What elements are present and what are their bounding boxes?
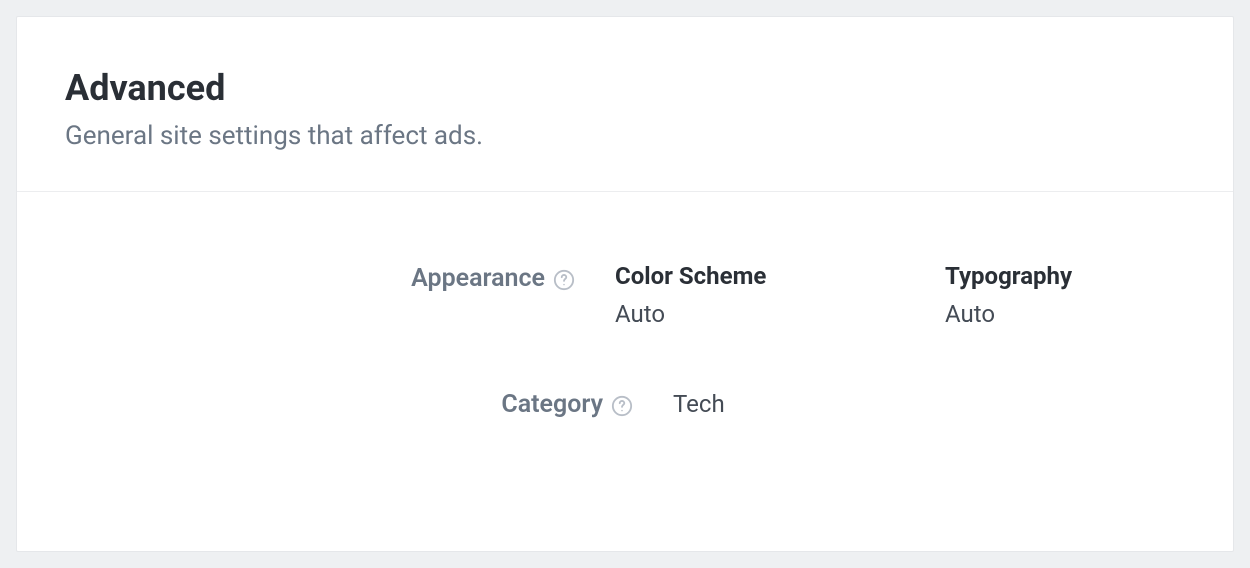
card-header: Advanced General site settings that affe…: [17, 17, 1233, 192]
category-label-col: Category: [65, 388, 673, 419]
page-title: Advanced: [65, 67, 1185, 109]
appearance-row: Appearance Color Scheme Auto Typography: [65, 262, 1185, 328]
color-scheme-value: Auto: [615, 300, 855, 328]
help-icon[interactable]: [553, 269, 575, 291]
appearance-content: Color Scheme Auto Typography Auto: [615, 262, 1185, 328]
appearance-label: Appearance: [411, 264, 545, 293]
typography-value: Auto: [945, 300, 1185, 328]
help-icon[interactable]: [611, 395, 633, 417]
page-subtitle: General site settings that affect ads.: [65, 121, 1185, 151]
color-scheme-block: Color Scheme Auto: [615, 262, 855, 328]
category-label: Category: [501, 390, 603, 419]
category-value: Tech: [673, 388, 725, 419]
advanced-settings-card: Advanced General site settings that affe…: [16, 16, 1234, 552]
card-body: Appearance Color Scheme Auto Typography: [17, 192, 1233, 519]
appearance-label-col: Appearance: [65, 262, 615, 328]
category-content: Tech: [673, 388, 1185, 419]
category-row: Category Tech: [65, 388, 1185, 419]
typography-label: Typography: [945, 262, 1185, 290]
color-scheme-label: Color Scheme: [615, 262, 855, 290]
typography-block: Typography Auto: [945, 262, 1185, 328]
